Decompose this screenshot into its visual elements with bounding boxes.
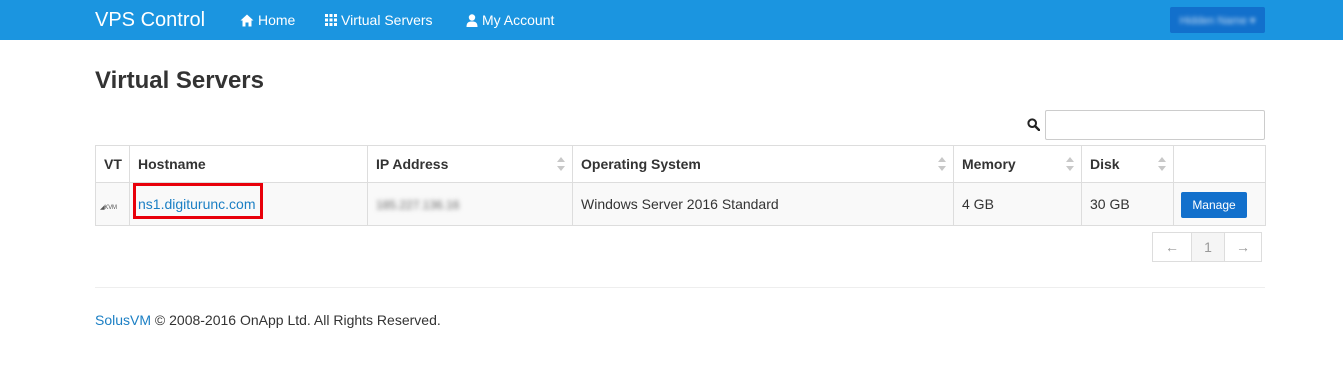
- col-header-memory-label: Memory: [962, 156, 1016, 172]
- col-header-vt-label: VT: [104, 156, 122, 172]
- home-icon: [240, 14, 254, 26]
- nav-virtual-servers-label: Virtual Servers: [341, 12, 433, 28]
- grid-icon: [325, 14, 337, 26]
- nav-my-account[interactable]: My Account: [466, 12, 554, 28]
- sort-icon: [1158, 157, 1166, 171]
- pagination: ← 1 →: [1152, 232, 1262, 262]
- kvm-logo: ◢KVM: [100, 205, 117, 211]
- col-header-ip-address[interactable]: IP Address: [367, 145, 573, 183]
- footer: SolusVM © 2008-2016 OnApp Ltd. All Right…: [95, 312, 441, 328]
- user-menu-button[interactable]: Hidden Name ▾: [1170, 7, 1265, 33]
- disk-value: 30 GB: [1090, 196, 1130, 212]
- search-input[interactable]: [1045, 110, 1265, 140]
- col-header-operating-system-label: Operating System: [581, 156, 701, 172]
- virtual-servers-table: VT Hostname IP Address Operating System …: [95, 145, 1266, 226]
- col-header-hostname[interactable]: Hostname: [129, 145, 368, 183]
- pagination-next-button[interactable]: →: [1224, 232, 1262, 262]
- col-header-disk[interactable]: Disk: [1081, 145, 1174, 183]
- cell-disk: 30 GB: [1081, 182, 1174, 226]
- pagination-prev-button[interactable]: ←: [1152, 232, 1192, 262]
- manage-button[interactable]: Manage: [1181, 192, 1247, 218]
- user-icon: [466, 13, 478, 27]
- nav-home-label: Home: [258, 12, 296, 28]
- hostname-link[interactable]: ns1.digiturunc.com: [138, 196, 256, 212]
- ip-address-value: 185.227.136.16: [376, 198, 460, 212]
- search-icon: [1027, 118, 1040, 131]
- cell-actions: Manage: [1173, 182, 1266, 226]
- sort-icon: [1066, 157, 1074, 171]
- col-header-actions: [1173, 145, 1266, 183]
- col-header-vt: VT: [95, 145, 130, 183]
- col-header-ip-address-label: IP Address: [376, 156, 449, 172]
- table-header-row: VT Hostname IP Address Operating System …: [95, 145, 1266, 183]
- col-header-memory[interactable]: Memory: [953, 145, 1082, 183]
- nav-virtual-servers[interactable]: Virtual Servers: [325, 12, 433, 28]
- footer-copyright: © 2008-2016 OnApp Ltd. All Rights Reserv…: [151, 312, 441, 328]
- pagination-page-1[interactable]: 1: [1191, 232, 1225, 262]
- table-row: ◢KVM ns1.digiturunc.com 185.227.136.16 W…: [95, 182, 1266, 226]
- col-header-hostname-label: Hostname: [138, 156, 206, 172]
- sort-icon: [938, 157, 946, 171]
- col-header-operating-system[interactable]: Operating System: [572, 145, 954, 183]
- top-navbar: VPS Control Home Virtual Servers My Acco…: [0, 0, 1343, 40]
- cell-operating-system: Windows Server 2016 Standard: [572, 182, 954, 226]
- footer-divider: [95, 287, 1265, 288]
- cell-ip-address: 185.227.136.16: [367, 182, 573, 226]
- page-title: Virtual Servers: [95, 67, 264, 94]
- operating-system-value: Windows Server 2016 Standard: [581, 196, 779, 212]
- cell-vt: ◢KVM: [95, 182, 130, 226]
- solusvm-link[interactable]: SolusVM: [95, 312, 151, 328]
- col-header-disk-label: Disk: [1090, 156, 1120, 172]
- sort-icon: [557, 157, 565, 171]
- nav-my-account-label: My Account: [482, 12, 555, 28]
- user-menu-label: Hidden Name ▾: [1179, 14, 1256, 27]
- cell-hostname: ns1.digiturunc.com: [129, 182, 368, 226]
- nav-home[interactable]: Home: [240, 12, 295, 28]
- memory-value: 4 GB: [962, 196, 994, 212]
- brand-link[interactable]: VPS Control: [95, 9, 205, 31]
- cell-memory: 4 GB: [953, 182, 1082, 226]
